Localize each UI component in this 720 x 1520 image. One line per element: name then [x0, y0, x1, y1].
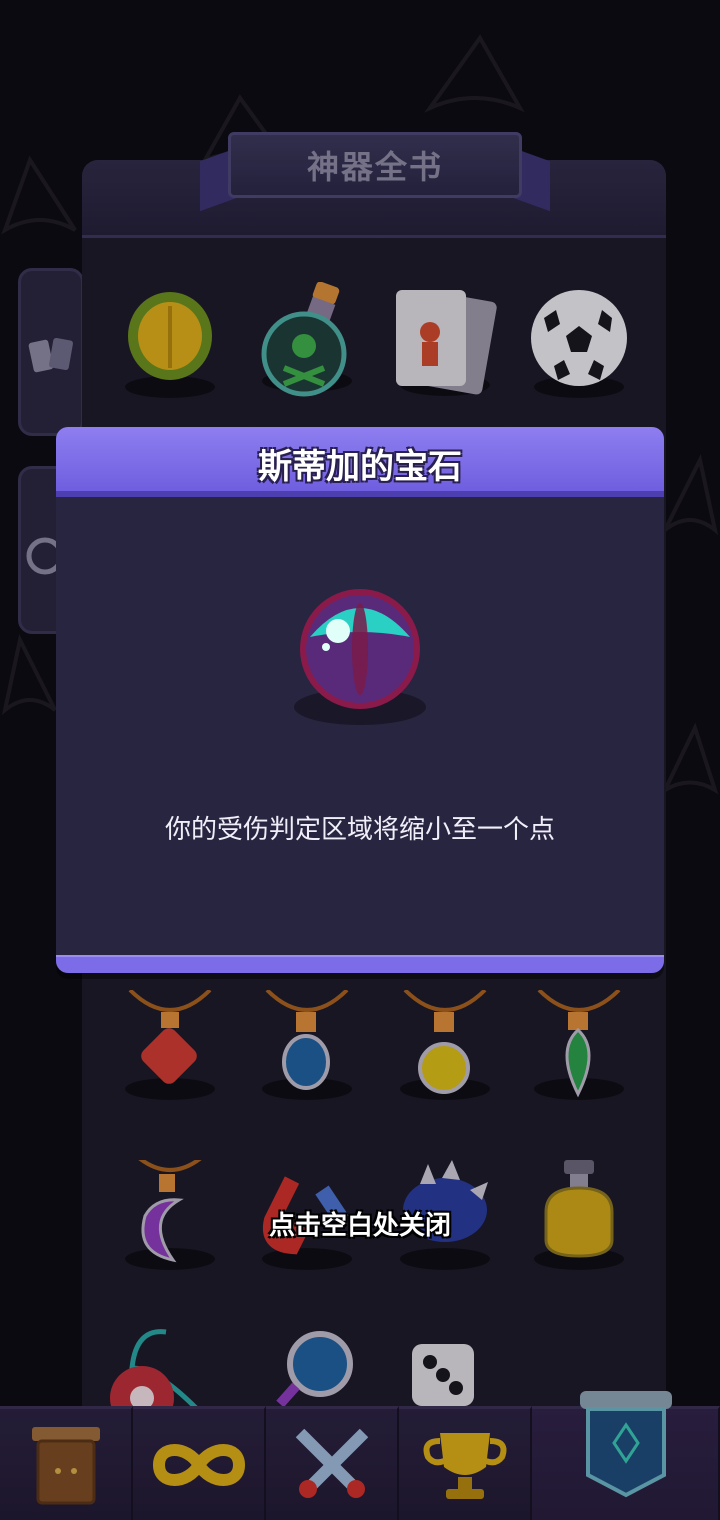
- side-tab-cards[interactable]: [18, 268, 84, 436]
- codex-item-soccer-ball[interactable]: [524, 288, 634, 398]
- bottom-nav: [0, 1391, 720, 1520]
- nav-tab-cabinet[interactable]: [0, 1406, 133, 1520]
- infinity-icon: [152, 1443, 245, 1486]
- joker-card-icon: [396, 290, 497, 395]
- nav-tab-battle[interactable]: [266, 1406, 399, 1520]
- codex-ribbon: 神器全书: [200, 132, 550, 212]
- nav-tab-codex[interactable]: [532, 1391, 720, 1520]
- artifact-detail-modal: 斯蒂加的宝石 你的受伤判定区域将缩小至一个点: [56, 427, 664, 973]
- modal-description: 你的受伤判定区域将缩小至一个点: [164, 815, 555, 845]
- modal-title: 斯蒂加的宝石: [258, 447, 462, 487]
- codex-item-joker-card[interactable]: [390, 286, 500, 396]
- poison-bottle-icon: [261, 282, 347, 397]
- modal-header: 斯蒂加的宝石: [56, 427, 664, 497]
- nav-tab-endless[interactable]: [133, 1406, 266, 1520]
- yellow-pendant-icon: [403, 990, 487, 1094]
- hat-pattern-icon: [1, 155, 77, 235]
- codex-item-red-pendant[interactable]: [115, 990, 225, 1100]
- banner-icon: [580, 1391, 672, 1498]
- crossed-swords-icon: [295, 1428, 368, 1498]
- cabinet-icon: [31, 1426, 100, 1504]
- hat-pattern-icon: [663, 454, 719, 536]
- gem-eye-icon: [294, 589, 426, 725]
- codex-item-green-pendant[interactable]: [524, 990, 634, 1100]
- codex-title: 神器全书: [306, 148, 443, 186]
- hat-pattern-icon: [1, 634, 57, 716]
- trophy-icon: [423, 1432, 506, 1499]
- tap-blank-to-close-hint: 点击空白处关闭: [268, 1211, 451, 1241]
- green-pendant-icon: [537, 990, 621, 1098]
- durian-icon: [128, 292, 212, 380]
- soccer-ball-icon: [531, 290, 627, 386]
- blue-pendant-icon: [265, 990, 349, 1090]
- cards-icon: [28, 337, 73, 373]
- codex-item-blue-pendant[interactable]: [252, 990, 362, 1100]
- yoyo-icon: [110, 1329, 198, 1418]
- dice-icon: [412, 1344, 474, 1406]
- codex-item-durian[interactable]: [115, 288, 225, 398]
- magnifier-icon: [276, 1331, 353, 1408]
- hat-pattern-icon: [660, 722, 719, 796]
- nav-tab-trophy[interactable]: [399, 1406, 532, 1520]
- codex-item-poison-bottle[interactable]: [252, 282, 362, 397]
- codex-item-yellow-pendant[interactable]: [390, 990, 500, 1100]
- modal-footer: [56, 955, 664, 973]
- hat-pattern-icon: [424, 34, 525, 113]
- red-pendant-icon: [128, 990, 212, 1084]
